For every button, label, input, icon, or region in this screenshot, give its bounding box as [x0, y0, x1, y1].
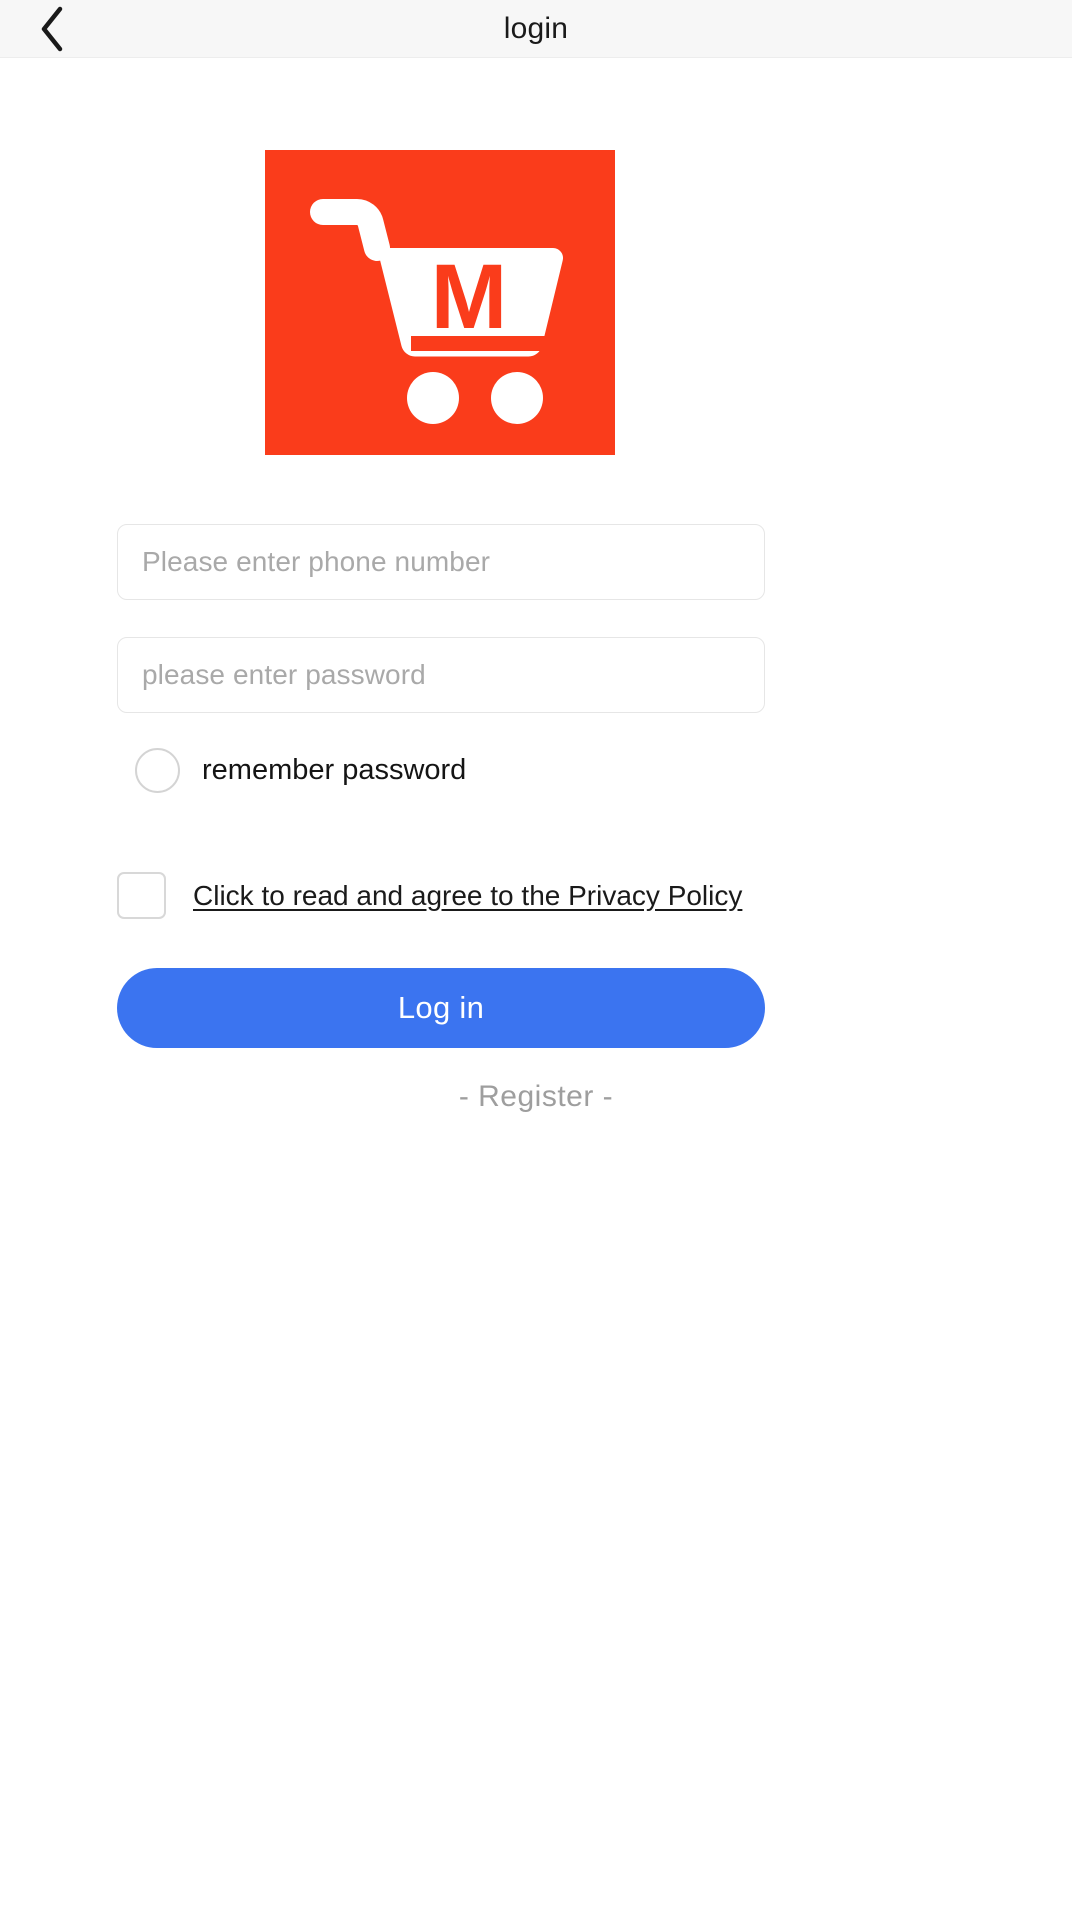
cart-glyph: M	[310, 199, 564, 424]
app-header: login	[0, 0, 1072, 58]
remember-password-label: remember password	[202, 754, 467, 786]
phone-input-placeholder: Please enter phone number	[142, 546, 491, 577]
app-logo: M	[265, 150, 615, 455]
svg-text:M: M	[431, 246, 508, 348]
login-screen: login M Please enter phone number please	[0, 0, 1072, 1912]
register-link[interactable]: - Register -	[0, 1080, 1072, 1114]
password-input[interactable]: please enter password	[117, 637, 765, 713]
privacy-policy-link[interactable]: Click to read and agree to the Privacy P…	[193, 880, 742, 912]
password-input-placeholder: please enter password	[142, 659, 426, 690]
remember-password-row[interactable]: remember password	[135, 748, 466, 793]
login-button[interactable]: Log in	[117, 968, 765, 1048]
page-title: login	[503, 12, 569, 45]
shopping-cart-logo: M	[265, 150, 615, 455]
checkbox-square-icon[interactable]	[117, 872, 166, 919]
radio-circle-icon[interactable]	[135, 748, 180, 793]
phone-input[interactable]: Please enter phone number	[117, 524, 765, 600]
privacy-policy-row: Click to read and agree to the Privacy P…	[117, 872, 742, 919]
